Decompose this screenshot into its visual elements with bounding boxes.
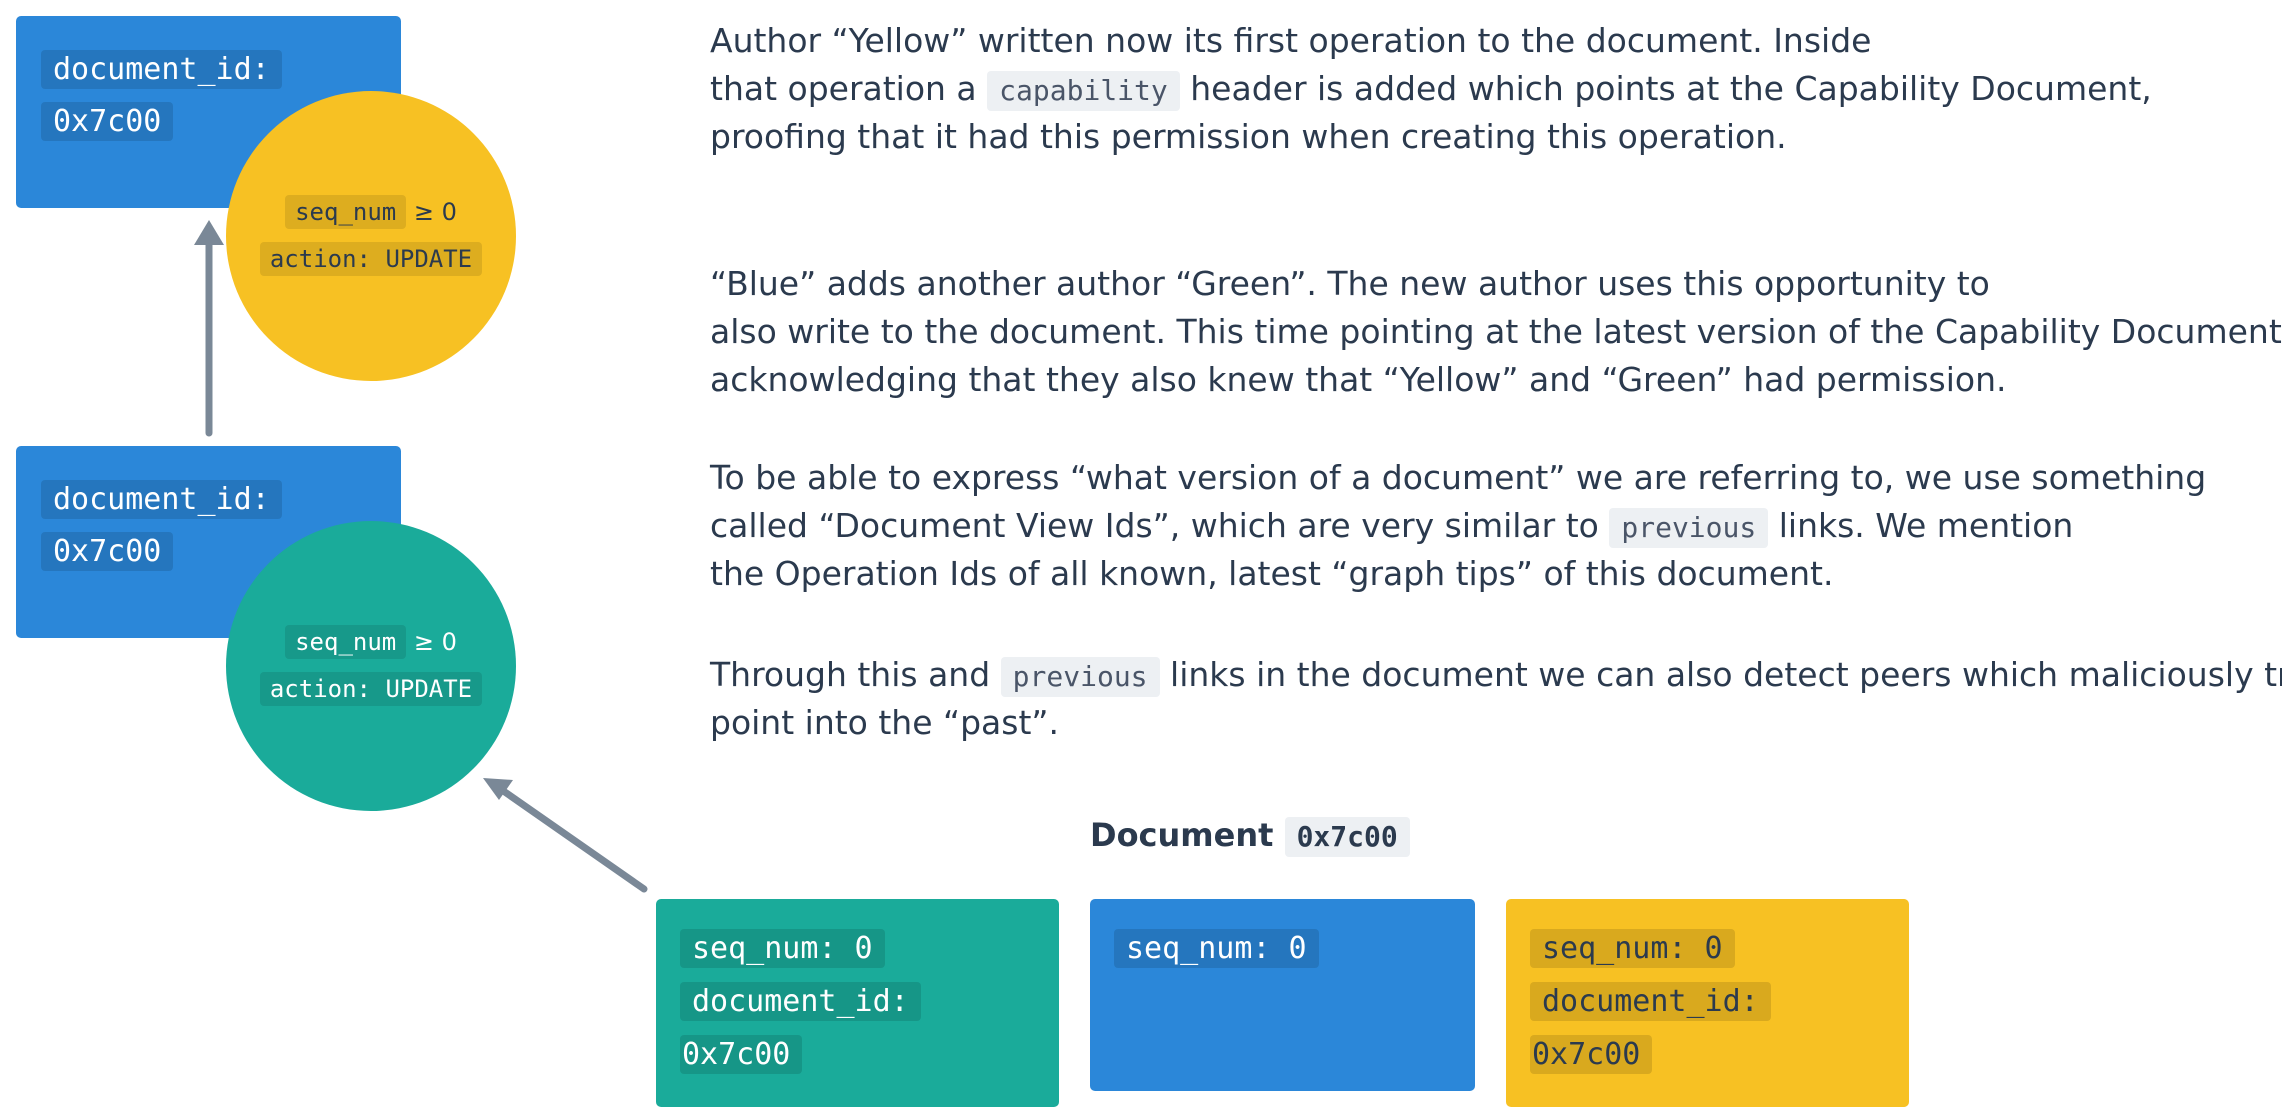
operation-card-green: seq_num: 0 document_id: 0x7c00 — [656, 899, 1059, 1107]
document-id-value: 0x7c00 — [41, 532, 174, 571]
text-span: Through this and — [710, 655, 991, 694]
paragraph-4: Through this and previous links in the d… — [710, 651, 2282, 747]
document-id-value: 0x7c00 — [1530, 1035, 1653, 1074]
paragraph-line: proofing that it had this permission whe… — [710, 117, 1787, 156]
seq-num-op: ≥ 0 — [413, 198, 457, 226]
paragraph-1: Author “Yellow” written now its first op… — [710, 17, 2152, 161]
code-capability: capability — [987, 71, 1180, 111]
seq-num-label: seq_num — [285, 195, 407, 229]
paragraph-line: Through this and previous links in the d… — [710, 651, 2282, 699]
paragraph-line: acknowledging that they also knew that “… — [710, 360, 2007, 399]
arrow-up — [194, 220, 224, 437]
text-span: links in the document we can also detect… — [1170, 655, 2282, 694]
paragraph-line: Author “Yellow” written now its first op… — [710, 21, 1872, 60]
paragraph-line: point into the “past”. — [710, 703, 1059, 742]
green-operation-circle: seq_num ≥ 0 action: UPDATE — [226, 521, 516, 811]
code-previous: previous — [1609, 508, 1769, 548]
seq-num-text: seq_num: 0 — [680, 929, 885, 968]
text-span: that operation a — [710, 69, 977, 108]
yellow-operation-circle: seq_num ≥ 0 action: UPDATE — [226, 91, 516, 381]
document-title: Document 0x7c00 — [1090, 816, 1410, 857]
document-id-label: document_id: — [1530, 982, 1771, 1021]
text-span: called “Document View Ids”, which are ve… — [710, 506, 1599, 545]
seq-num-text: seq_num: 0 — [1114, 929, 1319, 968]
document-title-id: 0x7c00 — [1284, 817, 1410, 857]
paragraph-line: that operation a capability header is ad… — [710, 65, 2152, 113]
arrow-diagonal — [483, 778, 648, 893]
action-text: action: UPDATE — [259, 242, 483, 276]
seq-num-op: ≥ 0 — [413, 628, 457, 656]
action-text: action: UPDATE — [259, 672, 483, 706]
paragraph-2: “Blue” adds another author “Green”. The … — [710, 260, 2282, 404]
text-span: header is added which points at the Capa… — [1190, 69, 2152, 108]
document-id-label: document_id: — [41, 480, 282, 519]
document-id-label: document_id: — [680, 982, 921, 1021]
document-title-label: Document — [1090, 816, 1274, 854]
text-span: links. We mention — [1778, 506, 2074, 545]
paragraph-line: also write to the document. This time po… — [710, 312, 2282, 351]
seq-num-text: seq_num: 0 — [1530, 929, 1735, 968]
document-id-value: 0x7c00 — [41, 102, 174, 141]
paragraph-line: “Blue” adds another author “Green”. The … — [710, 264, 1990, 303]
paragraph-line: To be able to express “what version of a… — [710, 458, 2207, 497]
code-previous: previous — [1000, 657, 1160, 697]
paragraph-3: To be able to express “what version of a… — [710, 454, 2206, 598]
paragraph-line: called “Document View Ids”, which are ve… — [710, 502, 2206, 550]
document-id-value: 0x7c00 — [680, 1035, 803, 1074]
paragraph-line: the Operation Ids of all known, latest “… — [710, 554, 1834, 593]
operation-card-yellow: seq_num: 0 document_id: 0x7c00 — [1506, 899, 1909, 1107]
seq-num-label: seq_num — [285, 625, 407, 659]
document-id-label: document_id: — [41, 50, 282, 89]
operation-card-blue: seq_num: 0 — [1090, 899, 1475, 1091]
